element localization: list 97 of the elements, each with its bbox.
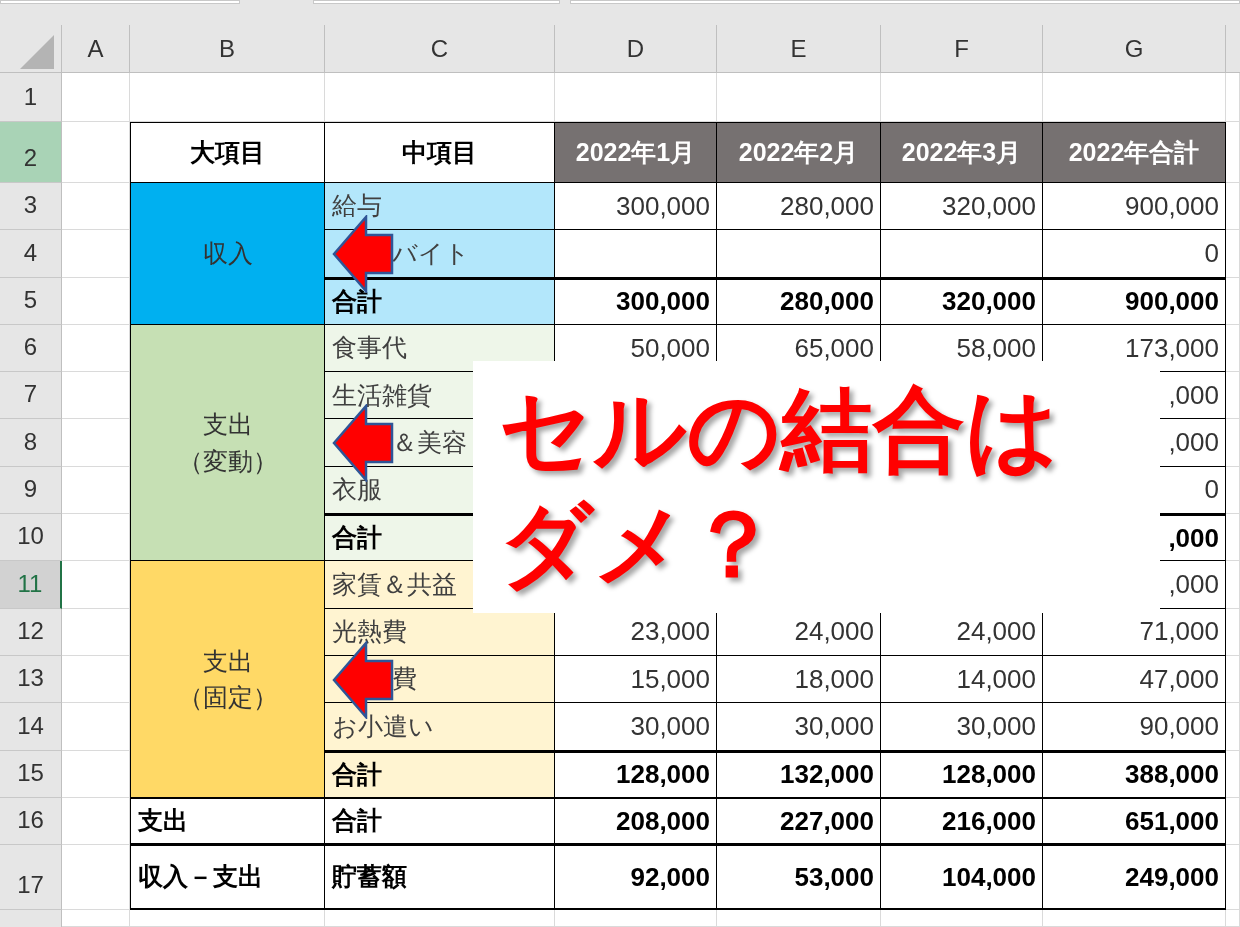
number-value: 15,000	[630, 662, 710, 696]
number-value: 47,000	[1139, 662, 1219, 696]
headline: セルの結合は	[499, 377, 1060, 482]
number-value: 18,000	[794, 662, 874, 696]
number-value: 30,000	[630, 709, 710, 743]
number-value: ,000	[1168, 568, 1219, 601]
number-value: 0	[1204, 236, 1219, 270]
item-label: お小遣い	[332, 710, 434, 742]
number-value: 300,000	[616, 189, 710, 223]
number-value: 388,000	[1125, 758, 1219, 792]
number-value: 24,000	[794, 615, 874, 649]
item-label: 光熱費	[332, 616, 407, 648]
row-header[interactable]: 17	[0, 845, 62, 911]
table-cell: 53,000	[717, 845, 881, 911]
column-heading: 中項目	[325, 122, 555, 183]
number-value: 900,000	[1125, 285, 1219, 319]
item-label: バイト	[392, 237, 470, 269]
row-header[interactable]: 16	[0, 797, 62, 846]
number-value: 320,000	[942, 189, 1036, 223]
item-label: 給与	[332, 190, 382, 222]
item-label: 生活雑貨	[332, 379, 432, 411]
number-value: 50,000	[630, 331, 710, 365]
number-value: 300,000	[616, 285, 710, 319]
table-cell: 支出	[130, 797, 325, 846]
number-value: 14,000	[956, 662, 1036, 696]
category-label: 支出	[202, 409, 253, 441]
row-header[interactable]: 14	[0, 703, 62, 751]
item-label: 費	[392, 663, 417, 695]
column-header[interactable]: B	[130, 25, 325, 73]
table-cell: 92,000	[555, 845, 717, 911]
number-value: 24,000	[956, 615, 1036, 649]
item-label: 合計	[332, 286, 382, 317]
row-header[interactable]: 11	[0, 561, 62, 609]
row-header[interactable]: 13	[0, 655, 62, 704]
table-cell: 249,000	[1043, 845, 1226, 911]
row-header[interactable]: 7	[0, 372, 62, 420]
column-heading: 2022年1月	[555, 122, 717, 183]
row-header[interactable]: 12	[0, 608, 62, 656]
category-label: （固定）	[177, 682, 278, 714]
category-label: 支出	[202, 645, 253, 677]
row-header[interactable]: 9	[0, 466, 62, 515]
number-value: ,000	[1168, 426, 1219, 460]
item-label: 合計	[332, 758, 382, 790]
row-header[interactable]: 2	[0, 122, 62, 183]
table-cell: 貯蓄額	[325, 845, 555, 911]
column-header[interactable]: C	[325, 25, 555, 73]
number-value: 320,000	[942, 285, 1036, 319]
row-header[interactable]: 8	[0, 419, 62, 467]
number-value: 128,000	[942, 758, 1036, 792]
number-value: 90,000	[1139, 709, 1219, 743]
item-label: 衣服	[332, 474, 382, 506]
item-label: ＆美容	[392, 426, 467, 458]
row-header[interactable]: 5	[0, 277, 62, 325]
table-cell: 216,000	[881, 797, 1043, 846]
item-label: 合計	[332, 522, 382, 554]
number-value: 280,000	[780, 189, 874, 223]
column-header[interactable]: A	[62, 25, 130, 73]
table-cell: 651,000	[1043, 797, 1226, 846]
table-cell: 104,000	[881, 845, 1043, 911]
number-value: 132,000	[780, 758, 874, 792]
number-value: ,000	[1168, 378, 1219, 412]
number-value: 30,000	[956, 709, 1036, 743]
headline: ダメ？	[499, 492, 780, 597]
column-header[interactable]: D	[555, 25, 717, 73]
number-value: 280,000	[780, 285, 874, 319]
number-value: 30,000	[794, 709, 874, 743]
number-value: 173,000	[1125, 331, 1219, 365]
item-label: 食事代	[332, 332, 407, 364]
table-cell: 合計	[325, 797, 555, 846]
number-value: 65,000	[794, 331, 874, 365]
category-label: 収入	[202, 238, 253, 270]
row-header[interactable]: 6	[0, 324, 62, 373]
row-header[interactable]: 4	[0, 230, 62, 278]
select-all-icon[interactable]	[20, 35, 54, 69]
column-heading: 2022年合計	[1043, 122, 1226, 183]
number-value: 0	[1204, 473, 1219, 507]
column-header[interactable]: E	[717, 25, 881, 73]
table-cell: 227,000	[717, 797, 881, 846]
table-cell: 収入－支出	[130, 845, 325, 911]
column-header[interactable]: F	[881, 25, 1043, 73]
row-header[interactable]: 3	[0, 183, 62, 231]
row-header[interactable]: 15	[0, 750, 62, 798]
number-value: ,000	[1168, 521, 1219, 555]
column-heading: 2022年3月	[881, 122, 1043, 183]
number-value: 900,000	[1125, 189, 1219, 223]
column-heading: 2022年2月	[717, 122, 881, 183]
row-header[interactable]: 10	[0, 514, 62, 562]
item-label: 家賃＆共益	[332, 568, 457, 600]
number-value: 58,000	[956, 331, 1036, 365]
category-label: （変動）	[177, 445, 278, 477]
column-heading: 大項目	[130, 122, 325, 183]
number-value: 23,000	[630, 615, 710, 649]
number-value: 128,000	[616, 758, 710, 792]
column-header[interactable]: G	[1043, 25, 1226, 73]
table-cell: 208,000	[555, 797, 717, 846]
number-value: 71,000	[1139, 615, 1219, 649]
row-header[interactable]: 1	[0, 73, 62, 122]
